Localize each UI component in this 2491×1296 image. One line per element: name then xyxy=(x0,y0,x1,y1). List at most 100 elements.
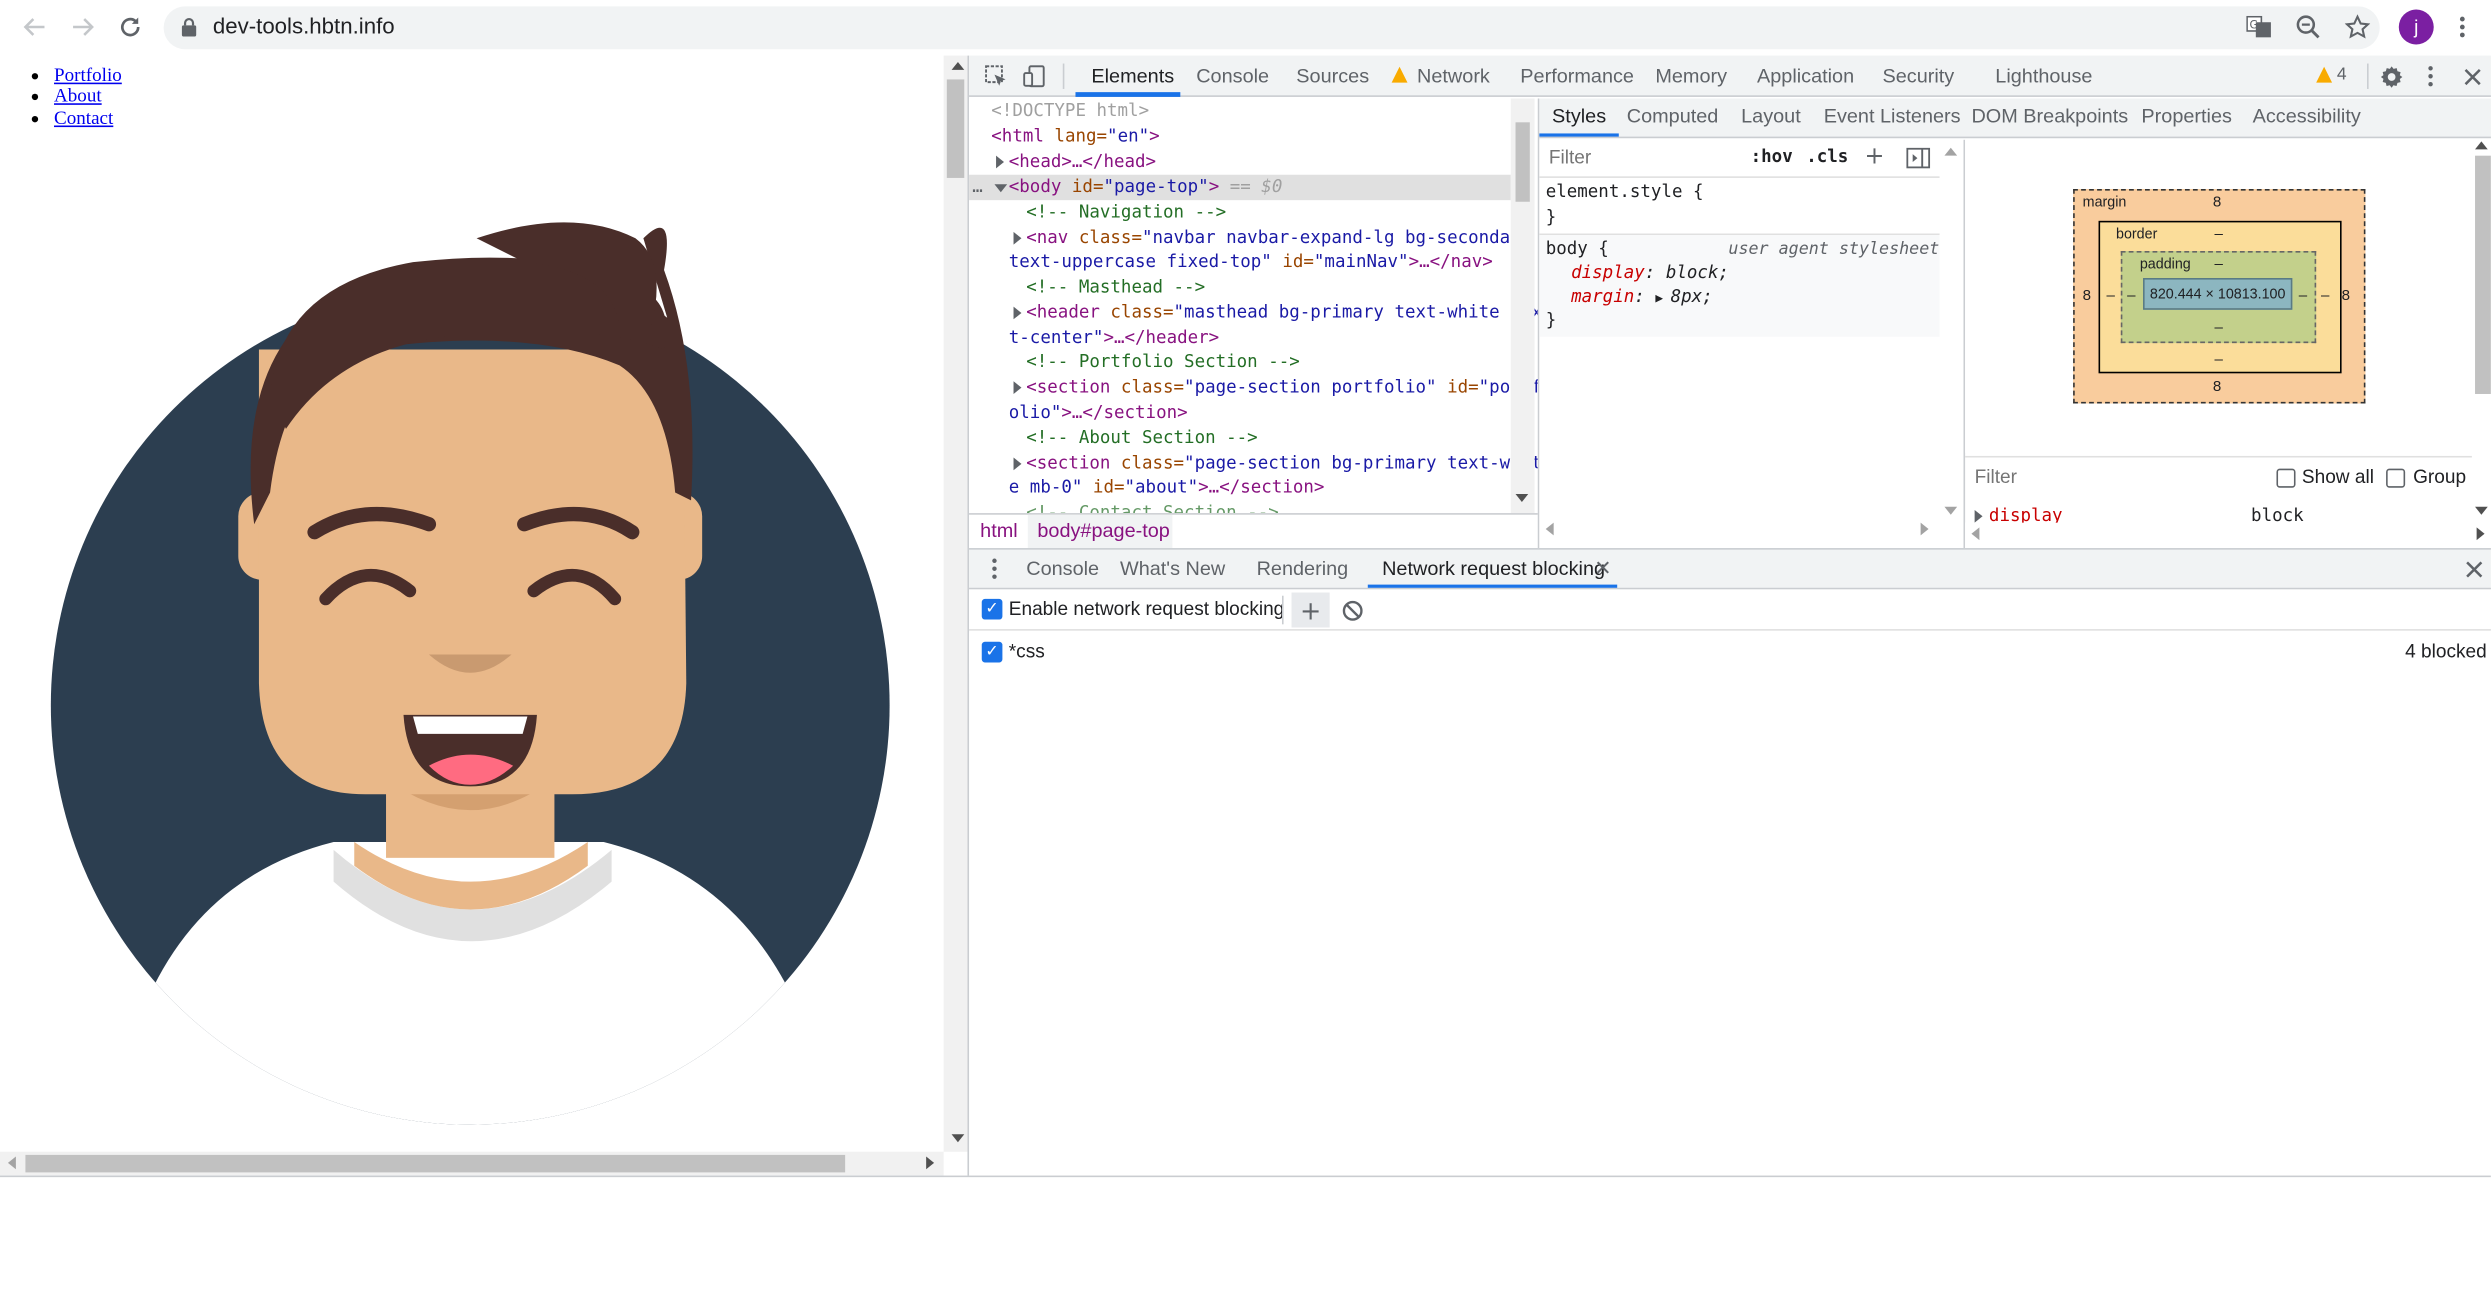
pattern-text[interactable]: *css xyxy=(1009,640,1045,662)
border-bottom-value[interactable]: – xyxy=(2215,351,2223,368)
styles-scroll-down-icon[interactable] xyxy=(1944,506,1958,515)
close-devtools-icon[interactable] xyxy=(2459,64,2484,89)
header-node-wrap[interactable]: t-center">…</header> xyxy=(1009,326,1219,351)
tab-event-listeners[interactable]: Event Listeners xyxy=(1824,105,1961,127)
scroll-right-icon[interactable] xyxy=(926,1156,935,1170)
group-checkbox[interactable] xyxy=(2386,468,2406,488)
settings-gear-icon[interactable] xyxy=(2377,62,2406,91)
styles-hscroll[interactable] xyxy=(1539,519,1963,538)
enable-blocking-checkbox[interactable]: ✓ xyxy=(981,598,1003,620)
cls-toggle[interactable]: .cls xyxy=(1806,146,1848,167)
computed-filter-input[interactable] xyxy=(1969,463,2240,490)
hscroll-thumb[interactable] xyxy=(25,1154,846,1173)
expand-nav-icon[interactable] xyxy=(1013,231,1022,245)
border-left-value[interactable]: – xyxy=(2106,288,2114,305)
margin-bottom-value[interactable]: 8 xyxy=(2213,378,2221,395)
tab-console[interactable]: Console xyxy=(1196,65,1269,87)
tab-styles[interactable]: Styles xyxy=(1552,105,1606,127)
doctype-node[interactable]: <!DOCTYPE html> xyxy=(991,100,1149,121)
padding-top-value[interactable]: – xyxy=(2215,256,2223,273)
url-text[interactable]: dev-tools.hbtn.info xyxy=(213,13,395,38)
box-content-size[interactable]: 820.444 × 10813.100 xyxy=(2143,278,2293,310)
scroll-up-icon[interactable] xyxy=(951,61,965,70)
tab-performance[interactable]: Performance xyxy=(1520,65,1634,87)
warnings-icon[interactable] xyxy=(2316,66,2333,83)
expand-about-icon[interactable] xyxy=(1013,457,1022,471)
comment-masthead[interactable]: <!-- Masthead --> xyxy=(1026,275,1205,300)
page-vertical-scrollbar[interactable] xyxy=(943,55,968,1152)
close-drawer-icon[interactable] xyxy=(2462,558,2484,580)
about-section-wrap[interactable]: e mb-0" id="about">…</section> xyxy=(1009,475,1325,500)
address-bar[interactable] xyxy=(163,6,2380,50)
html-node[interactable]: <html lang="en"> xyxy=(991,124,1159,149)
elements-scrollbar[interactable] xyxy=(1510,98,1535,514)
styles-scroll-right-icon[interactable] xyxy=(1920,522,1929,536)
prop-margin[interactable]: margin: ▶ 8px; xyxy=(1571,284,1713,311)
browser-menu-icon[interactable] xyxy=(2450,13,2475,42)
profile-avatar[interactable]: j xyxy=(2398,9,2434,45)
reload-icon[interactable] xyxy=(114,11,146,43)
body-node[interactable]: <body id="page-top"> == $0 xyxy=(1009,175,1283,200)
tab-network[interactable]: Network xyxy=(1417,65,1490,87)
row-more-icon[interactable]: … xyxy=(972,175,983,200)
margin-left-value[interactable]: 8 xyxy=(2083,288,2091,305)
bookmark-star-icon[interactable] xyxy=(2342,13,2374,42)
about-section-node[interactable]: <section class="page-section bg-primary … xyxy=(1026,451,1538,476)
back-arrow-icon[interactable] xyxy=(19,11,51,43)
expand-header-icon[interactable] xyxy=(1013,306,1022,320)
tab-properties[interactable]: Properties xyxy=(2141,105,2232,127)
tab-sources[interactable]: Sources xyxy=(1296,65,1369,87)
toggle-sidebar-icon[interactable] xyxy=(1905,146,1930,168)
expand-portfolio-icon[interactable] xyxy=(1013,381,1022,394)
computed-hscroll[interactable] xyxy=(1965,522,2491,549)
comment-portfolio[interactable]: <!-- Portfolio Section --> xyxy=(1026,349,1300,374)
blocking-pattern-row[interactable] xyxy=(969,632,2491,674)
tab-application[interactable]: Application xyxy=(1757,65,1854,87)
head-node[interactable]: <head>…</head> xyxy=(1009,149,1156,174)
margin-right-value[interactable]: 8 xyxy=(2342,288,2350,305)
border-right-value[interactable]: – xyxy=(2321,288,2329,305)
padding-left-value[interactable]: – xyxy=(2127,288,2135,305)
expand-head-icon[interactable] xyxy=(996,155,1004,169)
styles-scroll-up-icon[interactable] xyxy=(1944,147,1958,156)
border-top-value[interactable]: – xyxy=(2215,226,2223,243)
portfolio-section-node[interactable]: <section class="page-section portfolio" … xyxy=(1026,375,1538,400)
drawer-tab-whats-new[interactable]: What's New xyxy=(1120,558,1225,580)
comment-about[interactable]: <!-- About Section --> xyxy=(1026,426,1257,451)
remove-all-patterns-icon[interactable] xyxy=(1339,597,1364,622)
collapse-body-icon[interactable] xyxy=(994,184,1008,193)
devtools-menu-icon[interactable] xyxy=(2419,62,2441,91)
nav-link-about[interactable]: About xyxy=(54,85,102,107)
styles-scroll-left-icon[interactable] xyxy=(1545,522,1554,536)
tab-memory[interactable]: Memory xyxy=(1655,65,1727,87)
device-toolbar-icon[interactable] xyxy=(1020,64,1049,89)
margin-top-value[interactable]: 8 xyxy=(2213,194,2221,211)
breadcrumb-body[interactable]: body#page-top xyxy=(1037,519,1169,541)
portfolio-section-wrap[interactable]: olio">…</section> xyxy=(1009,400,1188,425)
translate-icon[interactable]: G xyxy=(2243,13,2275,42)
tab-computed[interactable]: Computed xyxy=(1627,105,1719,127)
elements-scroll-thumb[interactable] xyxy=(1515,122,1530,202)
pattern-checkbox[interactable]: ✓ xyxy=(981,641,1003,663)
computed-scroll-up-icon[interactable] xyxy=(2475,141,2488,150)
forward-arrow-icon[interactable] xyxy=(67,11,99,43)
inspect-element-icon[interactable] xyxy=(982,64,1011,89)
warnings-count[interactable]: 4 xyxy=(2337,65,2347,84)
nav-link-portfolio[interactable]: Portfolio xyxy=(54,64,122,86)
padding-right-value[interactable]: – xyxy=(2299,288,2307,305)
tab-security[interactable]: Security xyxy=(1882,65,1954,87)
tab-accessibility[interactable]: Accessibility xyxy=(2253,105,2361,127)
new-style-rule-icon[interactable]: + xyxy=(1863,141,1885,170)
tab-elements[interactable]: Elements xyxy=(1091,65,1174,87)
computed-scrollbar[interactable] xyxy=(2471,139,2491,549)
drawer-tab-rendering[interactable]: Rendering xyxy=(1257,558,1349,580)
scroll-left-icon[interactable] xyxy=(7,1156,16,1170)
styles-scrollbar[interactable] xyxy=(1939,139,1964,549)
page-horizontal-scrollbar[interactable] xyxy=(0,1151,944,1176)
scroll-thumb[interactable] xyxy=(946,79,965,178)
hov-toggle[interactable]: :hov xyxy=(1751,146,1793,167)
computed-scroll-right-icon[interactable] xyxy=(2476,527,2485,541)
tab-layout[interactable]: Layout xyxy=(1741,105,1801,127)
styles-filter-input[interactable] xyxy=(1542,142,1734,172)
computed-scroll-down-icon[interactable] xyxy=(2475,506,2488,515)
